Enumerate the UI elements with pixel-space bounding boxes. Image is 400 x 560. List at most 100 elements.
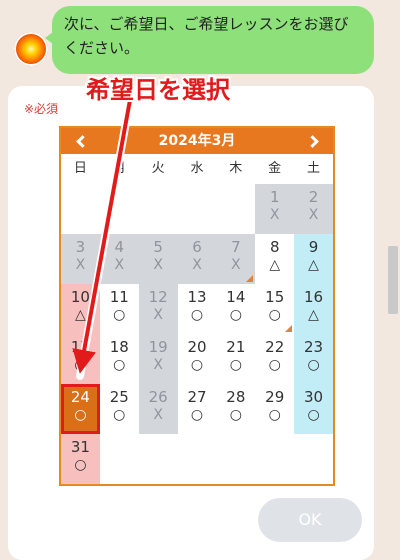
availability-mark: ○: [268, 307, 281, 323]
day-cell-10[interactable]: 10 △: [61, 284, 100, 334]
empty-day-cell: [139, 184, 178, 234]
day-number: 2: [308, 188, 319, 206]
day-cell-9[interactable]: 9 △: [294, 234, 333, 284]
availability-mark: ○: [74, 407, 87, 423]
availability-mark: X: [269, 207, 280, 223]
empty-day-cell: [100, 184, 139, 234]
weekday-tue: 火: [151, 161, 165, 176]
day-number: 9: [308, 238, 319, 256]
day-number: 8: [269, 238, 280, 256]
day-number: 11: [109, 288, 129, 306]
availability-mark: ○: [74, 457, 87, 473]
availability-mark: △: [308, 307, 319, 323]
availability-mark: X: [308, 207, 319, 223]
day-cell-28[interactable]: 28 ○: [216, 384, 255, 434]
day-cell-8[interactable]: 8 △: [255, 234, 294, 284]
day-number: 24: [70, 388, 90, 406]
day-cell-12: 12 X: [138, 284, 178, 334]
day-cell-2: 2X: [294, 184, 333, 234]
day-cell-30[interactable]: 30 ○: [294, 384, 333, 434]
availability-mark: ○: [229, 307, 242, 323]
availability-mark: ○: [190, 307, 204, 323]
day-number: 10: [70, 288, 90, 306]
scrollbar-thumb[interactable]: [388, 246, 398, 314]
day-cell-25[interactable]: 25 ○: [100, 384, 139, 434]
day-number: 12: [148, 288, 168, 306]
chat-message: 次に、ご希望日、ご希望レッスンをお選びください。: [64, 15, 349, 57]
day-number: 19: [148, 338, 168, 356]
availability-mark: X: [153, 407, 163, 423]
availability-mark: ○: [190, 407, 204, 423]
weekday-fri: 金: [268, 161, 282, 176]
availability-mark: X: [231, 257, 241, 273]
day-cell-18[interactable]: 18 ○: [100, 334, 139, 384]
availability-mark: ○: [113, 307, 126, 323]
day-number: 4: [114, 238, 125, 256]
day-number: 1: [269, 188, 280, 206]
day-number: 22: [265, 338, 285, 356]
availability-mark: X: [153, 357, 163, 373]
day-cell-4: 4X: [99, 234, 139, 284]
ok-button[interactable]: OK: [258, 498, 362, 542]
empty-day-cell: [216, 184, 255, 234]
day-cell-19: 19 X: [138, 334, 178, 384]
day-number: 28: [226, 388, 246, 406]
empty-day-cell: [61, 184, 100, 234]
day-number: 13: [187, 288, 207, 306]
day-number: 23: [304, 338, 324, 356]
day-cell-20[interactable]: 20 ○: [178, 334, 217, 384]
calendar-header: 2024年3月: [61, 128, 333, 154]
day-cell-1: 1X: [255, 184, 295, 234]
availability-mark: X: [153, 257, 163, 273]
weekday-sun: 日: [73, 161, 87, 176]
day-cell-23[interactable]: 23 ○: [294, 334, 333, 384]
day-grid: 1 X 2 X 3 X 4 X 5 X 6 X 7 X 8 △ 9 △ 10 △ 11 ○ 12 X 13 ○ 14 ○ 15 ○ 16 △ 1…: [61, 184, 333, 484]
availability-mark: X: [153, 307, 163, 323]
availability-mark: X: [192, 257, 202, 273]
day-number: 30: [304, 388, 324, 406]
day-cell-22[interactable]: 22 ○: [255, 334, 294, 384]
day-cell-15[interactable]: 15 ○: [255, 284, 294, 334]
day-number: 18: [109, 338, 129, 356]
availability-mark: △: [308, 257, 319, 273]
day-cell-13[interactable]: 13 ○: [178, 284, 217, 334]
availability-mark: ○: [229, 407, 242, 423]
day-cell-11[interactable]: 11 ○: [100, 284, 139, 334]
day-number: 29: [265, 388, 285, 406]
weekday-thu: 木: [229, 161, 243, 176]
required-label: ※必須: [24, 102, 59, 116]
empty-day-cell: [178, 184, 217, 234]
weekday-mon: 月: [112, 161, 126, 176]
weekday-wed: 水: [190, 161, 204, 176]
day-cell-29[interactable]: 29 ○: [255, 384, 294, 434]
day-cell-16[interactable]: 16 △: [294, 284, 333, 334]
weekday-row: 日 月 火 水 木 金 土: [61, 154, 333, 184]
day-number: 20: [187, 338, 207, 356]
day-cell-21[interactable]: 21 ○: [216, 334, 255, 384]
availability-mark: X: [75, 257, 86, 273]
day-number: 31: [70, 438, 90, 456]
availability-mark: ○: [113, 357, 126, 373]
availability-mark: X: [114, 257, 125, 273]
calendar-title: 2024年3月: [158, 133, 236, 149]
day-number: 14: [226, 288, 246, 306]
annotation-callout: 希望日を選択: [86, 76, 230, 104]
calendar: 2024年3月 日 月 火 水 木 金 土 1 X 2 X 3 X 4 X 5 X 6 X 7 X 8 △ 9 △…: [59, 126, 335, 486]
day-cell-5: 5X: [138, 234, 178, 284]
day-cell-17[interactable]: 17 ○: [61, 334, 100, 384]
day-cell-24[interactable]: 24 ○: [61, 384, 100, 434]
availability-mark: ○: [268, 407, 281, 423]
availability-mark: ○: [190, 357, 204, 373]
sun-avatar-icon: [14, 32, 48, 66]
chevron-right-icon[interactable]: [301, 128, 327, 154]
day-cell-7: 7X: [216, 234, 256, 284]
day-number: 17: [70, 338, 90, 356]
day-cell-14[interactable]: 14 ○: [216, 284, 255, 334]
day-number: 27: [187, 388, 207, 406]
day-cell-31[interactable]: 31 ○: [61, 434, 100, 484]
day-number: 5: [153, 238, 163, 256]
availability-mark: ○: [268, 357, 281, 373]
date-picker-card: ※必須 2024年3月 日 月 火 水 木 金 土 1X2X3X4X5X6X7X…: [8, 86, 374, 560]
day-number: 25: [109, 388, 129, 406]
day-cell-27[interactable]: 27 ○: [178, 384, 217, 434]
